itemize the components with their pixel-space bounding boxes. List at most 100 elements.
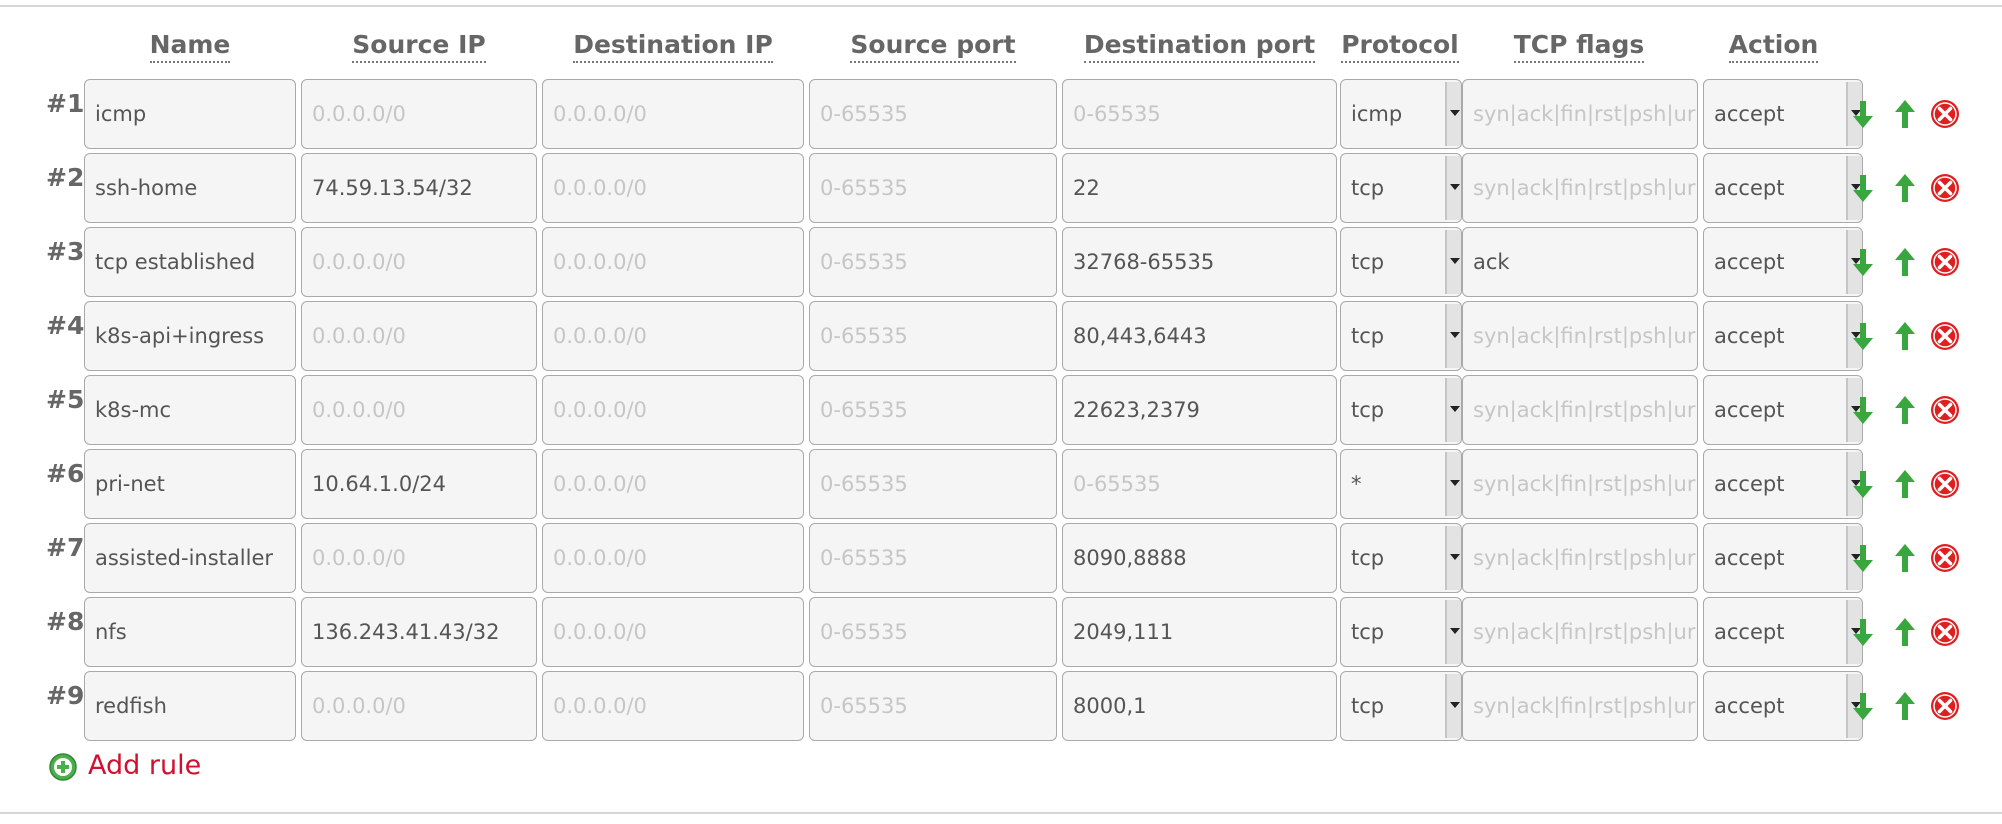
action-select[interactable]: accept [1703,79,1863,149]
protocol-select[interactable]: tcp [1340,671,1462,741]
action-select[interactable]: accept [1703,301,1863,371]
destination-port-field[interactable]: 32768-65535 [1062,227,1337,297]
rule-name-field[interactable]: k8s-api+ingress [84,301,296,371]
destination-ip-field[interactable]: 0.0.0.0/0 [542,671,804,741]
source-ip-field[interactable]: 0.0.0.0/0 [301,79,537,149]
rule-name-field[interactable]: icmp [84,79,296,149]
destination-port-field[interactable]: 8090,8888 [1062,523,1337,593]
rule-name-field[interactable]: nfs [84,597,296,667]
delete-rule-button[interactable] [1930,449,1960,519]
action-select[interactable]: accept [1703,449,1863,519]
move-up-button[interactable] [1890,449,1920,519]
tcp-flags-field[interactable]: syn|ack|fin|rst|psh|ur [1462,153,1698,223]
destination-ip-field[interactable]: 0.0.0.0/0 [542,301,804,371]
rule-name-field[interactable]: tcp established [84,227,296,297]
action-select[interactable]: accept [1703,227,1863,297]
tcp-flags-field[interactable]: syn|ack|fin|rst|psh|ur [1462,597,1698,667]
destination-port-field[interactable]: 2049,111 [1062,597,1337,667]
rule-name-field[interactable]: redfish [84,671,296,741]
destination-ip-field[interactable]: 0.0.0.0/0 [542,79,804,149]
move-down-button[interactable] [1848,597,1878,667]
delete-rule-button[interactable] [1930,227,1960,297]
rule-name-field[interactable]: pri-net [84,449,296,519]
action-select[interactable]: accept [1703,153,1863,223]
protocol-select[interactable]: * [1340,449,1462,519]
delete-rule-button[interactable] [1930,671,1960,741]
destination-port-field[interactable]: 22 [1062,153,1337,223]
destination-ip-field[interactable]: 0.0.0.0/0 [542,375,804,445]
rule-name-field[interactable]: assisted-installer [84,523,296,593]
move-up-button[interactable] [1890,523,1920,593]
source-port-field[interactable]: 0-65535 [809,301,1057,371]
move-down-button[interactable] [1848,449,1878,519]
move-up-button[interactable] [1890,227,1920,297]
protocol-select[interactable]: tcp [1340,523,1462,593]
source-ip-field[interactable]: 10.64.1.0/24 [301,449,537,519]
tcp-flags-field[interactable]: syn|ack|fin|rst|psh|ur [1462,449,1698,519]
source-port-field[interactable]: 0-65535 [809,597,1057,667]
destination-ip-field[interactable]: 0.0.0.0/0 [542,449,804,519]
move-down-button[interactable] [1848,153,1878,223]
delete-rule-button[interactable] [1930,153,1960,223]
source-port-field[interactable]: 0-65535 [809,449,1057,519]
move-up-button[interactable] [1890,375,1920,445]
move-up-button[interactable] [1890,597,1920,667]
source-ip-field[interactable]: 0.0.0.0/0 [301,523,537,593]
move-down-button[interactable] [1848,79,1878,149]
source-ip-field[interactable]: 136.243.41.43/32 [301,597,537,667]
destination-ip-field[interactable]: 0.0.0.0/0 [542,523,804,593]
source-port-field[interactable]: 0-65535 [809,375,1057,445]
action-select[interactable]: accept [1703,597,1863,667]
tcp-flags-field[interactable]: ack [1462,227,1698,297]
destination-port-field[interactable]: 80,443,6443 [1062,301,1337,371]
action-select[interactable]: accept [1703,671,1863,741]
delete-rule-button[interactable] [1930,375,1960,445]
source-port-field[interactable]: 0-65535 [809,523,1057,593]
move-down-button[interactable] [1848,671,1878,741]
move-up-button[interactable] [1890,671,1920,741]
move-up-button[interactable] [1890,153,1920,223]
source-port-field[interactable]: 0-65535 [809,79,1057,149]
rule-number: #5 [46,385,85,414]
delete-rule-button[interactable] [1930,597,1960,667]
destination-ip-field[interactable]: 0.0.0.0/0 [542,597,804,667]
destination-port-field[interactable]: 22623,2379 [1062,375,1337,445]
tcp-flags-field[interactable]: syn|ack|fin|rst|psh|ur [1462,79,1698,149]
rule-name-field[interactable]: ssh-home [84,153,296,223]
delete-rule-button[interactable] [1930,301,1960,371]
protocol-select[interactable]: tcp [1340,597,1462,667]
destination-port-field[interactable]: 8000,1 [1062,671,1337,741]
move-down-button[interactable] [1848,227,1878,297]
destination-ip-field[interactable]: 0.0.0.0/0 [542,227,804,297]
source-ip-field[interactable]: 74.59.13.54/32 [301,153,537,223]
delete-rule-button[interactable] [1930,523,1960,593]
protocol-select[interactable]: tcp [1340,301,1462,371]
source-port-field[interactable]: 0-65535 [809,671,1057,741]
move-down-button[interactable] [1848,301,1878,371]
move-down-button[interactable] [1848,523,1878,593]
tcp-flags-field[interactable]: syn|ack|fin|rst|psh|ur [1462,375,1698,445]
move-up-button[interactable] [1890,301,1920,371]
source-ip-field[interactable]: 0.0.0.0/0 [301,301,537,371]
destination-port-field[interactable]: 0-65535 [1062,79,1337,149]
tcp-flags-field[interactable]: syn|ack|fin|rst|psh|ur [1462,671,1698,741]
move-down-button[interactable] [1848,375,1878,445]
protocol-select[interactable]: icmp [1340,79,1462,149]
tcp-flags-field[interactable]: syn|ack|fin|rst|psh|ur [1462,523,1698,593]
move-up-button[interactable] [1890,79,1920,149]
protocol-select[interactable]: tcp [1340,227,1462,297]
source-port-field[interactable]: 0-65535 [809,153,1057,223]
action-select[interactable]: accept [1703,523,1863,593]
source-port-field[interactable]: 0-65535 [809,227,1057,297]
protocol-select[interactable]: tcp [1340,153,1462,223]
destination-port-field[interactable]: 0-65535 [1062,449,1337,519]
action-select[interactable]: accept [1703,375,1863,445]
source-ip-field[interactable]: 0.0.0.0/0 [301,375,537,445]
source-ip-field[interactable]: 0.0.0.0/0 [301,227,537,297]
delete-rule-button[interactable] [1930,79,1960,149]
source-ip-field[interactable]: 0.0.0.0/0 [301,671,537,741]
rule-name-field[interactable]: k8s-mc [84,375,296,445]
tcp-flags-field[interactable]: syn|ack|fin|rst|psh|ur [1462,301,1698,371]
protocol-select[interactable]: tcp [1340,375,1462,445]
destination-ip-field[interactable]: 0.0.0.0/0 [542,153,804,223]
